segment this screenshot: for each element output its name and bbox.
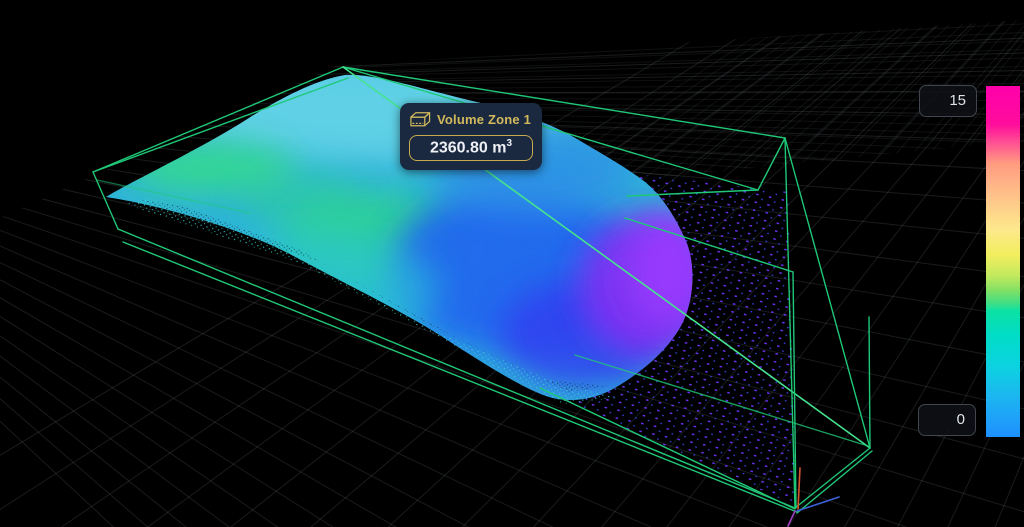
scene-viewport[interactable]: Volume Zone 1 2360.80 m3 15 0 <box>0 0 1024 527</box>
colorbar-min-input[interactable]: 0 <box>918 404 976 436</box>
axis-x <box>798 468 800 509</box>
volume-tooltip: Volume Zone 1 2360.80 m3 <box>400 103 542 170</box>
tooltip-label: Volume Zone 1 <box>437 112 531 127</box>
terrain-blob <box>240 170 360 230</box>
colorbar-gradient <box>986 86 1020 437</box>
volume-cube-icon <box>409 111 431 128</box>
scene-canvas <box>0 0 1024 527</box>
tooltip-value: 2360.80 m3 <box>409 135 533 161</box>
colorbar-max-input[interactable]: 15 <box>919 85 977 117</box>
terrain-blob <box>160 230 440 350</box>
